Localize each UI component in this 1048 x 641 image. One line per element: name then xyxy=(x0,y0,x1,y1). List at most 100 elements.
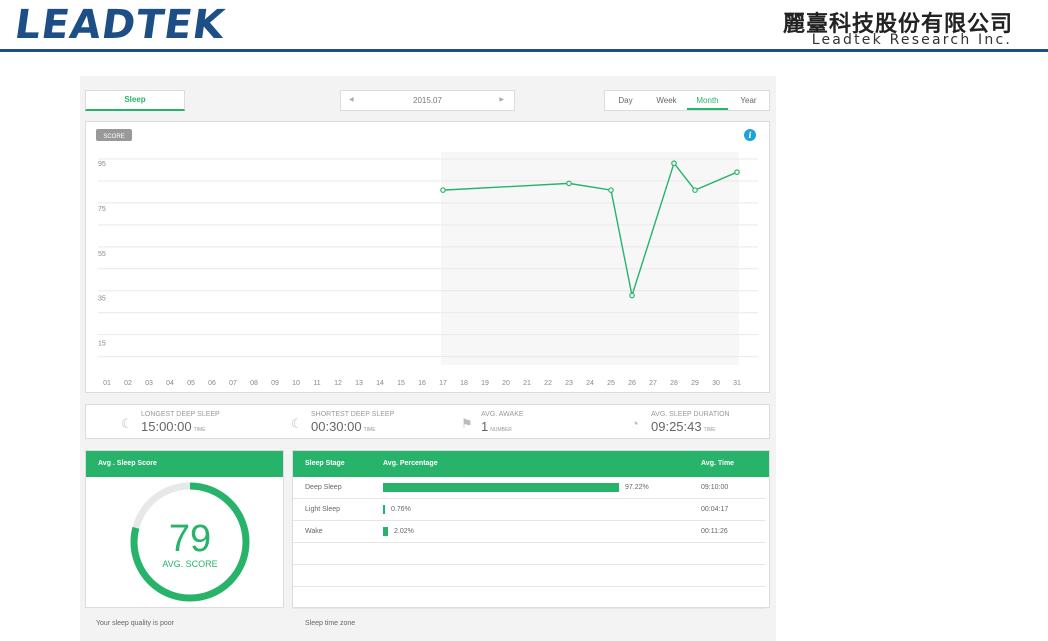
gauge-icon: ◔ xyxy=(631,416,639,431)
percentage-bar xyxy=(383,527,388,536)
x-tick-label: 14 xyxy=(376,380,384,387)
leadtek-logo: LEADTEK xyxy=(12,2,229,48)
stat-label: SHORTEST DEEP SLEEP xyxy=(311,411,395,418)
x-tick-label: 30 xyxy=(712,380,720,387)
y-tick-label: 75 xyxy=(98,206,106,213)
period-selector: Day Week Month Year xyxy=(604,90,770,111)
flag-icon: ⚑ xyxy=(461,416,473,431)
x-tick-label: 31 xyxy=(733,380,741,387)
stage-name: Wake xyxy=(305,528,323,535)
period-year[interactable]: Year xyxy=(728,91,769,110)
table-row: Deep Sleep 97.22% 09:10:00 xyxy=(293,477,765,499)
table-row-empty xyxy=(293,543,765,565)
percentage-bar xyxy=(383,483,619,492)
sleep-quality-text: Your sleep quality is poor xyxy=(96,620,174,627)
score-badge: SCORE xyxy=(103,134,124,140)
x-tick-label: 13 xyxy=(355,380,363,387)
stat-value: 15:00:00 TIME xyxy=(141,419,206,434)
sleep-time-zone-text: Sleep time zone xyxy=(305,620,356,627)
score-ring: 79 AVG. SCORE xyxy=(130,482,250,602)
x-tick-label: 15 xyxy=(397,380,405,387)
current-month: 2015.07 xyxy=(413,96,442,105)
x-tick-label: 05 xyxy=(187,380,195,387)
chevron-left-icon[interactable]: ◀ xyxy=(349,91,354,110)
stat-value-text: 00:30:00 xyxy=(311,419,362,434)
sleep-stats-bar: ☾ LONGEST DEEP SLEEP 15:00:00 TIME ☾ SHOR… xyxy=(85,404,770,439)
x-tick-label: 21 xyxy=(523,380,531,387)
x-tick-label: 25 xyxy=(607,380,615,387)
chevron-right-icon[interactable]: ▶ xyxy=(499,91,504,110)
x-tick-label: 10 xyxy=(292,380,300,387)
stat-value: 00:30:00 TIME xyxy=(311,419,376,434)
x-tick-label: 01 xyxy=(103,380,111,387)
data-point xyxy=(440,187,446,193)
percentage-text: 97.22% xyxy=(625,484,649,491)
tab-sleep[interactable]: Sleep xyxy=(85,90,185,111)
x-tick-label: 02 xyxy=(124,380,132,387)
table-row-empty xyxy=(293,565,765,587)
data-point xyxy=(692,187,698,193)
period-week[interactable]: Week xyxy=(646,91,687,110)
x-tick-label: 06 xyxy=(208,380,216,387)
brand-name-english: Leadtek Research Inc. xyxy=(811,32,1012,48)
x-tick-label: 28 xyxy=(670,380,678,387)
stat-value-text: 15:00:00 xyxy=(141,419,192,434)
sleep-score-chart: 95 75 55 35 15 01 02 03 04 05 06 07 08 09 10 11 12 13 14 15… xyxy=(85,121,770,393)
stage-time: 00:11:26 xyxy=(701,528,728,535)
data-point xyxy=(629,292,635,299)
x-tick-label: 03 xyxy=(145,380,153,387)
avg-sleep-score-panel: Avg . Sleep Score 79 AVG. SCORE xyxy=(85,450,284,608)
page-header: LEADTEK 麗臺科技股份有限公司 Leadtek Research Inc. xyxy=(0,0,1048,52)
stat-label: AVG. AWAKE xyxy=(481,411,524,418)
table-row: Light Sleep 0.76% 00:04:17 xyxy=(293,499,765,521)
x-tick-label: 08 xyxy=(250,380,258,387)
col-sleep-stage: Sleep Stage xyxy=(305,460,345,467)
percentage-text: 2.02% xyxy=(394,528,414,535)
table-row: Wake 2.02% 00:11:26 xyxy=(293,521,765,543)
stat-label: LONGEST DEEP SLEEP xyxy=(141,411,220,418)
col-avg-percentage: Avg. Percentage xyxy=(383,460,438,467)
x-tick-label: 29 xyxy=(691,380,699,387)
data-point xyxy=(734,169,740,175)
x-tick-label: 11 xyxy=(313,380,320,387)
data-point xyxy=(608,187,614,193)
y-tick-label: 55 xyxy=(98,251,106,258)
x-tick-label: 24 xyxy=(586,380,594,387)
sleep-dashboard: Sleep ◀ 2015.07 ▶ Day Week Month Year 95… xyxy=(80,76,776,641)
y-tick-label: 95 xyxy=(98,161,106,168)
stat-unit: TIME xyxy=(703,427,716,433)
x-tick-label: 18 xyxy=(460,380,468,387)
date-navigator: ◀ 2015.07 ▶ xyxy=(340,90,515,111)
x-tick-label: 07 xyxy=(229,380,237,387)
info-icon-glyph: i xyxy=(748,130,751,140)
score-panel-title: Avg . Sleep Score xyxy=(86,451,283,477)
x-tick-label: 23 xyxy=(565,380,573,387)
stat-label: AVG. SLEEP DURATION xyxy=(651,411,730,418)
stat-unit: TIME xyxy=(363,427,376,433)
moon-icon: ☾ xyxy=(121,416,133,431)
y-tick-label: 15 xyxy=(98,341,106,348)
x-tick-label: 17 xyxy=(439,380,447,387)
period-month[interactable]: Month xyxy=(687,91,728,110)
stage-name: Light Sleep xyxy=(305,506,341,513)
highlight-range xyxy=(441,152,739,365)
score-label: AVG. SCORE xyxy=(162,559,217,569)
header-divider xyxy=(0,49,1048,52)
percentage-text: 0.76% xyxy=(391,506,411,513)
period-day[interactable]: Day xyxy=(605,91,646,110)
y-tick-label: 35 xyxy=(98,296,106,303)
chart-svg: 95 75 55 35 15 01 02 03 04 05 06 07 08 09 10 11 12 13 14 15… xyxy=(96,129,758,387)
sleep-stage-table: Sleep Stage Avg. Percentage Avg. Time De… xyxy=(292,450,770,609)
x-tick-label: 20 xyxy=(502,380,510,387)
table-row-empty xyxy=(293,587,765,609)
table-header: Sleep Stage Avg. Percentage Avg. Time xyxy=(293,451,769,477)
col-avg-time: Avg. Time xyxy=(701,460,735,467)
data-point xyxy=(671,160,677,167)
stat-unit: TIME xyxy=(193,427,206,433)
x-tick-label: 04 xyxy=(166,380,174,387)
stat-unit: NUMBER xyxy=(490,427,512,433)
data-point xyxy=(566,180,572,187)
percentage-bar xyxy=(383,505,385,514)
stat-value: 1 NUMBER xyxy=(481,419,512,434)
moon-icon: ☾ xyxy=(291,416,303,431)
